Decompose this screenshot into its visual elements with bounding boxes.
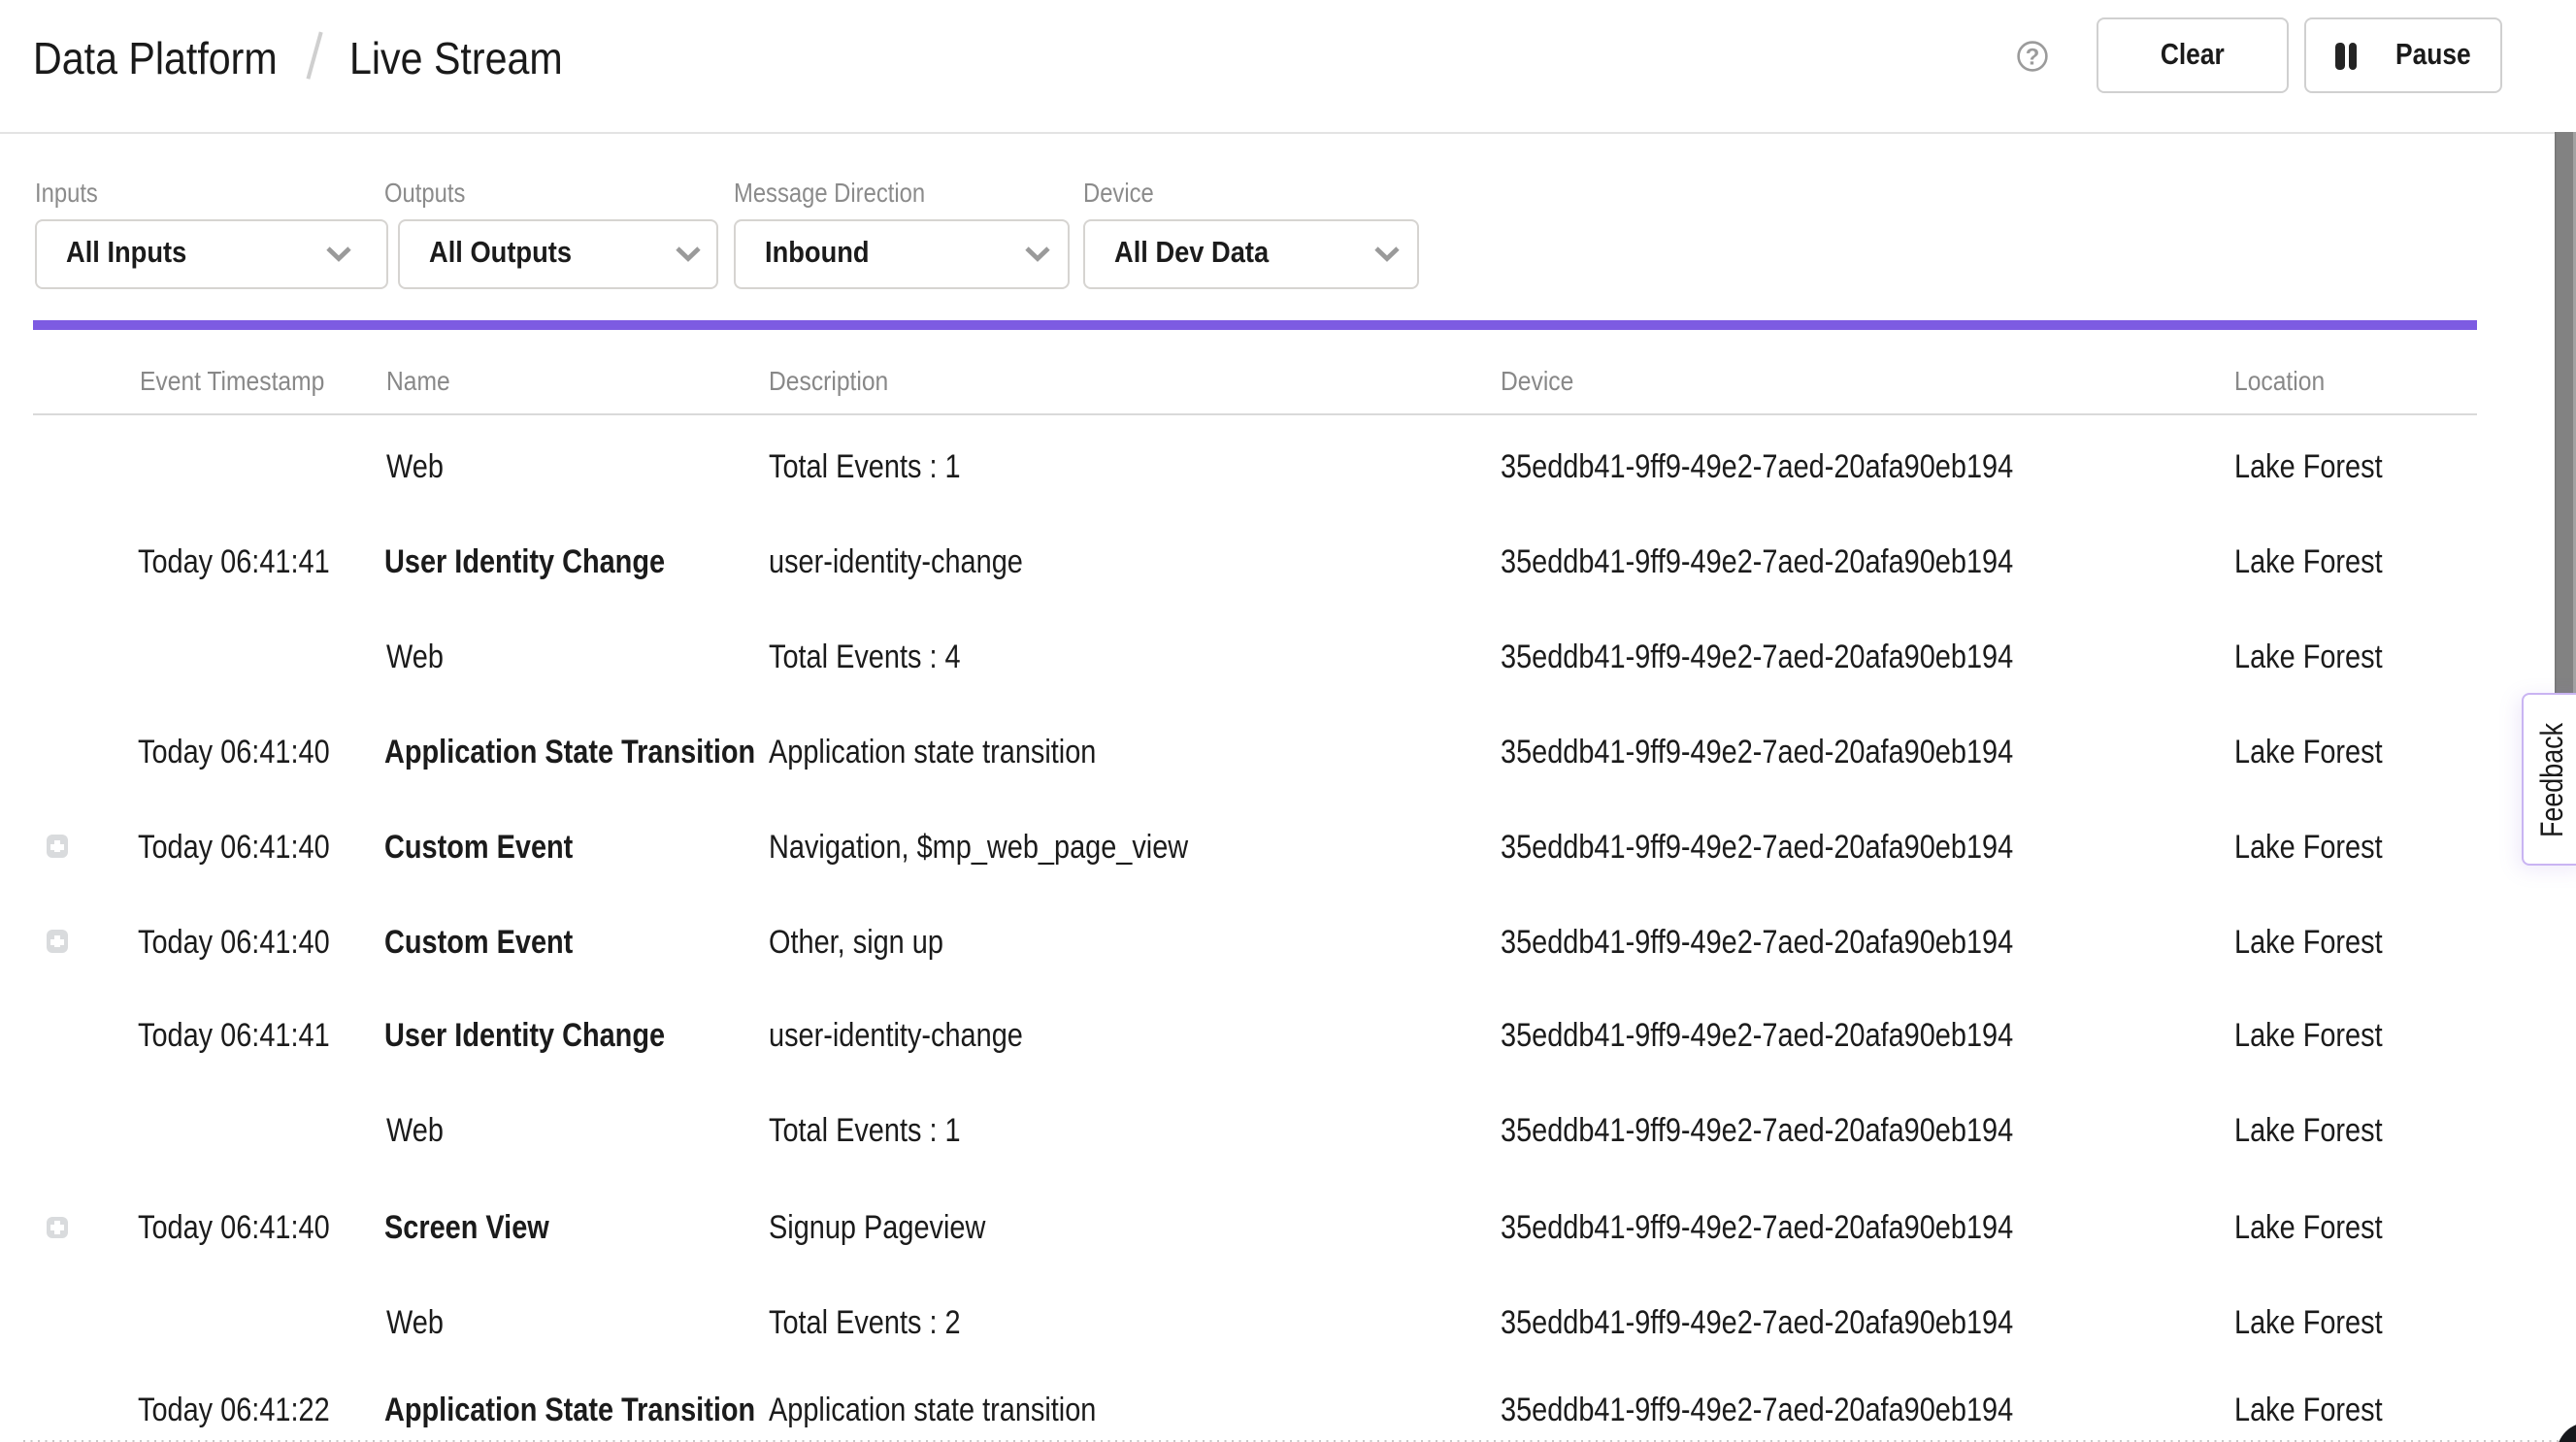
svg-text:?: ? [2025, 45, 2039, 71]
